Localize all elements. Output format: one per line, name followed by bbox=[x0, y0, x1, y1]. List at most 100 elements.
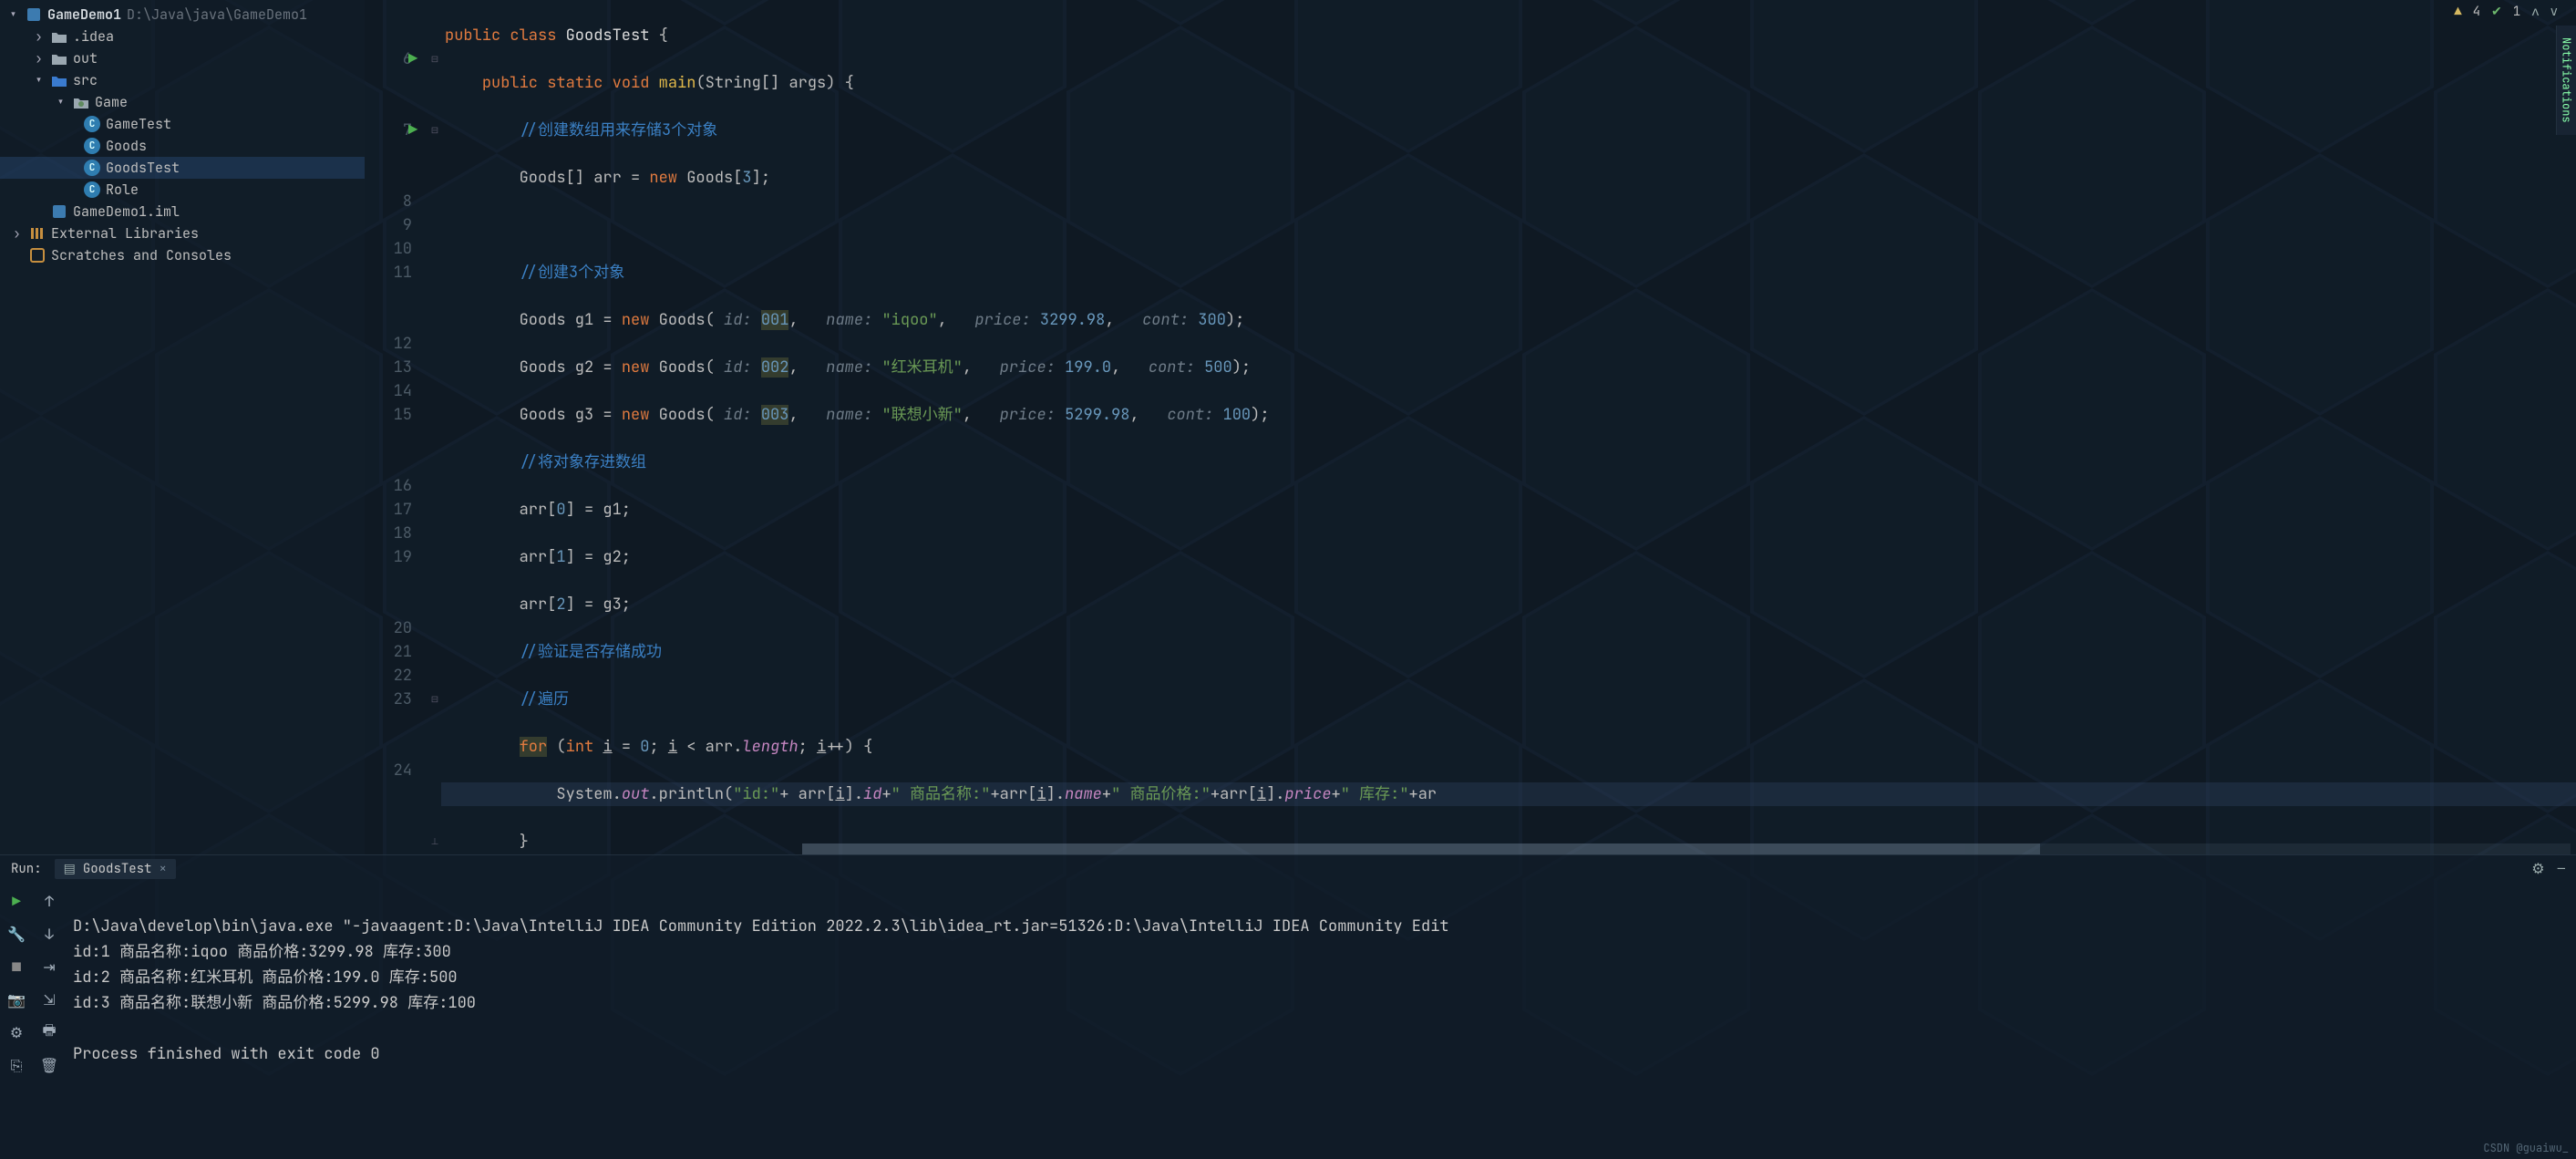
tree-label: src bbox=[73, 69, 98, 91]
run-header: Run: ▤ GoodsTest × ⚙ — bbox=[0, 855, 2576, 883]
gear-icon[interactable]: ⚙ bbox=[2531, 859, 2544, 878]
console-line: Process finished with exit code 0 bbox=[73, 1044, 380, 1064]
scroll-up-icon[interactable]: ↑ bbox=[39, 892, 59, 912]
chevron-down-icon: ▾ bbox=[57, 91, 67, 113]
run-tab-label: GoodsTest bbox=[83, 861, 152, 877]
fold-toggle-icon[interactable]: ⊟ bbox=[428, 47, 441, 71]
wrench-icon[interactable]: 🔧 bbox=[6, 925, 26, 945]
prev-highlight-icon[interactable]: ʌ bbox=[2531, 4, 2539, 20]
tree-label: GoodsTest bbox=[106, 157, 180, 179]
chevron-right-icon: › bbox=[13, 222, 24, 244]
rerun-icon[interactable]: ▶ bbox=[6, 892, 26, 912]
code-comment: //创建数组用来存储3个对象 bbox=[520, 120, 718, 140]
run-title: Run: bbox=[11, 861, 42, 877]
typo-count: 1 bbox=[2513, 4, 2520, 20]
next-highlight-icon[interactable]: v bbox=[2550, 4, 2558, 20]
fold-toggle-icon[interactable]: ⊟ bbox=[428, 688, 441, 711]
tree-node-idea[interactable]: › .idea bbox=[0, 26, 365, 47]
folder-icon bbox=[51, 50, 67, 67]
tree-label: Goods bbox=[106, 135, 147, 157]
code-body[interactable]: public class GoodsTest { public static v… bbox=[441, 0, 2576, 854]
console-line: D:\Java\develop\bin\java.exe "-javaagent… bbox=[73, 916, 1449, 937]
stop-icon[interactable]: ■ bbox=[6, 957, 26, 978]
scroll-down-icon[interactable]: ↓ bbox=[39, 925, 59, 945]
console-line: id:1 商品名称:iqoo 商品价格:3299.98 库存:300 bbox=[73, 942, 451, 962]
console-line: id:3 商品名称:联想小新 商品价格:5299.98 库存:100 bbox=[73, 993, 476, 1013]
run-gutter-icon[interactable]: ▶ bbox=[408, 47, 417, 71]
tree-class-goodstest[interactable]: C GoodsTest bbox=[0, 157, 365, 179]
libraries-icon bbox=[29, 225, 46, 242]
warning-icon: ▲ bbox=[2454, 4, 2461, 20]
tree-class-gametest[interactable]: C GameTest bbox=[0, 113, 365, 135]
iml-icon bbox=[51, 203, 67, 220]
tree-class-role[interactable]: C Role bbox=[0, 179, 365, 201]
project-name: GameDemo1 bbox=[47, 4, 121, 26]
notifications-tab[interactable]: Notifications bbox=[2556, 26, 2576, 135]
camera-icon[interactable]: 📷 bbox=[6, 990, 26, 1010]
tree-node-iml[interactable]: GameDemo1.iml bbox=[0, 201, 365, 222]
trash-icon[interactable]: 🗑 bbox=[39, 1056, 59, 1076]
code-comment: //将对象存进数组 bbox=[520, 452, 646, 472]
code-comment: //验证是否存储成功 bbox=[520, 642, 662, 662]
project-tree: ▾ GameDemo1 D:\Java\java\GameDemo1 › .id… bbox=[0, 0, 365, 854]
package-icon bbox=[73, 94, 89, 110]
tree-label: External Libraries bbox=[51, 222, 199, 244]
class-icon: C bbox=[84, 181, 100, 198]
chevron-down-icon: ▾ bbox=[35, 69, 46, 91]
tree-scratches[interactable]: Scratches and Consoles bbox=[0, 244, 365, 266]
class-icon: C bbox=[84, 116, 100, 132]
class-icon: C bbox=[84, 138, 100, 154]
tree-label: Role bbox=[106, 179, 139, 201]
print-icon[interactable]: 🖶 bbox=[39, 1023, 59, 1043]
exit-icon[interactable]: ⎘ bbox=[6, 1056, 26, 1076]
folder-icon bbox=[51, 28, 67, 45]
run-config-icon: ▤ bbox=[64, 861, 76, 877]
scratches-icon bbox=[29, 247, 46, 264]
run-gutter-icon[interactable]: ▶ bbox=[408, 119, 417, 142]
inspections-widget[interactable]: ▲ 4 ✔ 1 ʌ v bbox=[2454, 4, 2558, 20]
scrollbar-thumb[interactable] bbox=[802, 843, 2040, 854]
module-icon bbox=[26, 6, 42, 23]
chevron-right-icon: › bbox=[35, 47, 46, 69]
fold-gutter[interactable]: ⊟ ⊟ ⊟ ⊥ bbox=[428, 0, 441, 854]
run-actions-left: ▶ 🔧 ■ 📷 ⚙ ⎘ bbox=[0, 883, 33, 1159]
tree-label: out bbox=[73, 47, 98, 69]
source-folder-icon bbox=[51, 72, 67, 88]
close-tab-icon[interactable]: × bbox=[159, 861, 166, 877]
notifications-label: Notifications bbox=[2560, 37, 2574, 123]
code-comment: //创建3个对象 bbox=[520, 263, 625, 283]
tree-label: Game bbox=[95, 91, 128, 113]
run-tab[interactable]: ▤ GoodsTest × bbox=[55, 859, 176, 879]
fold-end-icon[interactable]: ⊥ bbox=[428, 830, 441, 854]
tree-project-root[interactable]: ▾ GameDemo1 D:\Java\java\GameDemo1 bbox=[0, 4, 365, 26]
warning-count: 4 bbox=[2473, 4, 2480, 20]
tree-node-src[interactable]: ▾ src bbox=[0, 69, 365, 91]
typo-icon: ✔ bbox=[2491, 4, 2502, 20]
tree-external-libs[interactable]: › External Libraries bbox=[0, 222, 365, 244]
tree-label: Scratches and Consoles bbox=[51, 244, 232, 266]
tree-node-game-pkg[interactable]: ▾ Game bbox=[0, 91, 365, 113]
editor: ▲ 4 ✔ 1 ʌ v Notifications 6▶ 7▶ 891011 1… bbox=[365, 0, 2576, 854]
minimize-icon[interactable]: — bbox=[2558, 861, 2565, 877]
settings-icon[interactable]: ⚙ bbox=[6, 1023, 26, 1043]
console-line: id:2 商品名称:红米耳机 商品价格:199.0 库存:500 bbox=[73, 968, 458, 988]
project-path: D:\Java\java\GameDemo1 bbox=[127, 4, 307, 26]
tree-label: .idea bbox=[73, 26, 114, 47]
tree-node-out[interactable]: › out bbox=[0, 47, 365, 69]
horizontal-scrollbar[interactable] bbox=[802, 843, 2571, 854]
tree-label: GameTest bbox=[106, 113, 171, 135]
code-comment: //遍历 bbox=[520, 689, 569, 709]
watermark: CSDN @guaiwu_ bbox=[2483, 1141, 2569, 1155]
chevron-down-icon: ▾ bbox=[9, 4, 20, 26]
line-gutter[interactable]: 6▶ 7▶ 891011 12131415 16171819 20212223 … bbox=[365, 0, 428, 854]
tree-class-goods[interactable]: C Goods bbox=[0, 135, 365, 157]
run-actions-right: ↑ ↓ ⇥ ⇲ 🖶 🗑 bbox=[33, 883, 66, 1159]
scroll-to-end-icon[interactable]: ⇲ bbox=[39, 990, 59, 1010]
console-output[interactable]: D:\Java\develop\bin\java.exe "-javaagent… bbox=[66, 883, 2576, 1159]
tree-label: GameDemo1.iml bbox=[73, 201, 180, 222]
fold-toggle-icon[interactable]: ⊟ bbox=[428, 119, 441, 142]
chevron-right-icon: › bbox=[35, 26, 46, 47]
class-icon: C bbox=[84, 160, 100, 176]
run-tool-window: Run: ▤ GoodsTest × ⚙ — ▶ 🔧 ■ 📷 ⚙ ⎘ bbox=[0, 854, 2576, 1159]
soft-wrap-icon[interactable]: ⇥ bbox=[39, 957, 59, 978]
